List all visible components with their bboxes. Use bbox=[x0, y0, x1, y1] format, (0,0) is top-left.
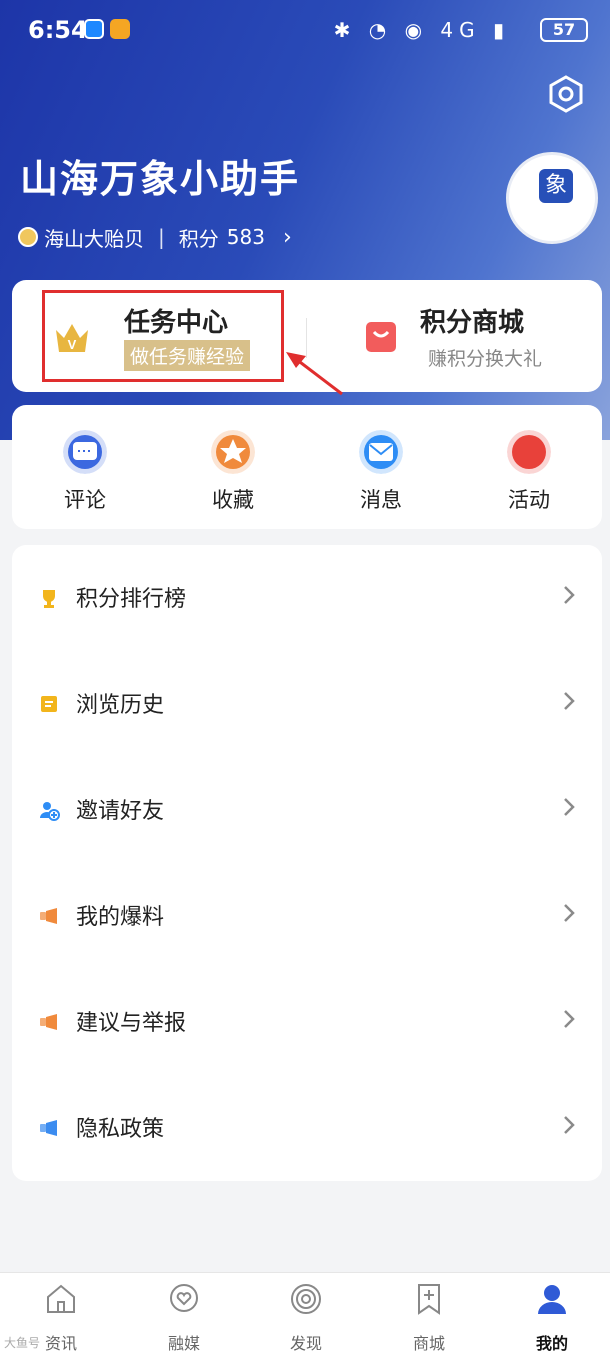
quick-action-1[interactable]: 评论 bbox=[45, 430, 125, 514]
status-bar: 6:54 ✱ ◔ ◉ 4G ▮ 57 bbox=[0, 0, 610, 60]
chevron-right-icon: › bbox=[282, 224, 292, 250]
megaphone-icon bbox=[40, 1014, 57, 1030]
menu-item-3[interactable]: 邀请好友 bbox=[12, 757, 602, 863]
svg-text:V: V bbox=[68, 337, 77, 352]
separator: | bbox=[158, 225, 165, 249]
profile-summary[interactable]: 海山大贻贝 | 积分 583 › bbox=[18, 222, 292, 252]
trophy-icon bbox=[43, 590, 55, 608]
avatar-logo: 象 bbox=[539, 169, 573, 203]
menu-item-6[interactable]: 隐私政策 bbox=[12, 1075, 602, 1181]
menu-item-label: 我的爆料 bbox=[76, 905, 165, 930]
tab-5[interactable]: 我的 bbox=[512, 1282, 592, 1354]
status-icons: ✱ ◔ ◉ 4G ▮ bbox=[333, 18, 510, 42]
points-value: 583 bbox=[226, 225, 265, 249]
menu-item-4[interactable]: 我的爆料 bbox=[12, 863, 602, 969]
home-icon bbox=[47, 1284, 75, 1313]
menu-item-1[interactable]: 积分排行榜 bbox=[12, 545, 602, 651]
task-center-button[interactable]: 任务中心 bbox=[124, 302, 228, 339]
level-badge-icon bbox=[18, 227, 38, 247]
settings-icon[interactable] bbox=[546, 74, 586, 114]
tab-label: 融媒 bbox=[167, 1334, 200, 1353]
quick-action-4[interactable]: 活动 bbox=[489, 430, 569, 514]
menu-item-5[interactable]: 建议与举报 bbox=[12, 969, 602, 1075]
megaphone-icon bbox=[40, 908, 57, 924]
tab-2[interactable]: 融媒 bbox=[144, 1282, 224, 1354]
spiral-icon bbox=[291, 1284, 321, 1314]
tab-label: 发现 bbox=[289, 1334, 322, 1353]
app-notification-icon-2 bbox=[110, 19, 130, 39]
quick-action-label: 活动 bbox=[508, 488, 550, 512]
megaphone-icon bbox=[40, 1120, 57, 1136]
chevron-right-icon bbox=[564, 798, 575, 816]
chevron-right-icon bbox=[564, 586, 575, 604]
battery-icon: 57 bbox=[540, 18, 588, 42]
comment-icon bbox=[63, 430, 107, 474]
quick-action-2[interactable]: 收藏 bbox=[193, 430, 273, 514]
points-label: 积分 bbox=[178, 226, 219, 251]
menu-item-label: 隐私政策 bbox=[76, 1117, 165, 1142]
profile-name: 山海万象小助手 bbox=[20, 157, 301, 201]
chevron-right-icon bbox=[564, 904, 575, 922]
chevron-right-icon bbox=[564, 1010, 575, 1028]
user-icon bbox=[538, 1285, 566, 1314]
menu-item-2[interactable]: 浏览历史 bbox=[12, 651, 602, 757]
points-mall-subtitle: 赚积分换大礼 bbox=[428, 348, 543, 370]
tab-label: 商城 bbox=[412, 1334, 445, 1353]
menu-item-label: 邀请好友 bbox=[76, 799, 165, 824]
quick-action-label: 评论 bbox=[64, 488, 106, 512]
invite-icon bbox=[40, 802, 60, 821]
crown-icon: V bbox=[56, 324, 88, 352]
menu-item-label: 浏览历史 bbox=[76, 693, 165, 718]
history-icon bbox=[41, 696, 57, 712]
status-time: 6:54 bbox=[28, 16, 88, 44]
chevron-right-icon bbox=[564, 1116, 575, 1134]
annotation-arrow-icon bbox=[286, 352, 343, 396]
tab-label: 我的 bbox=[535, 1334, 568, 1353]
watermark: 大鱼号 bbox=[4, 1336, 41, 1350]
star-icon bbox=[211, 430, 255, 474]
quick-action-label: 消息 bbox=[360, 488, 402, 512]
task-center-subtitle: 做任务赚经验 bbox=[124, 340, 251, 371]
tab-4[interactable]: 商城 bbox=[389, 1282, 469, 1354]
mail-icon bbox=[359, 430, 403, 474]
chevron-right-icon bbox=[564, 692, 575, 710]
menu-item-label: 积分排行榜 bbox=[76, 587, 187, 612]
quick-action-3[interactable]: 消息 bbox=[341, 430, 421, 514]
heart-chat-icon bbox=[170, 1284, 198, 1312]
shopping-bag-icon bbox=[366, 322, 396, 352]
menu-item-label: 建议与举报 bbox=[76, 1011, 187, 1036]
avatar[interactable]: 象 bbox=[506, 152, 598, 244]
tab-3[interactable]: 发现 bbox=[266, 1282, 346, 1354]
quick-action-label: 收藏 bbox=[212, 488, 254, 512]
points-mall-button[interactable]: 积分商城 bbox=[420, 302, 524, 339]
level-name: 海山大贻贝 bbox=[44, 226, 144, 251]
app-notification-icon bbox=[84, 19, 104, 39]
bookmark-icon bbox=[418, 1284, 440, 1315]
flame-icon bbox=[507, 430, 551, 474]
